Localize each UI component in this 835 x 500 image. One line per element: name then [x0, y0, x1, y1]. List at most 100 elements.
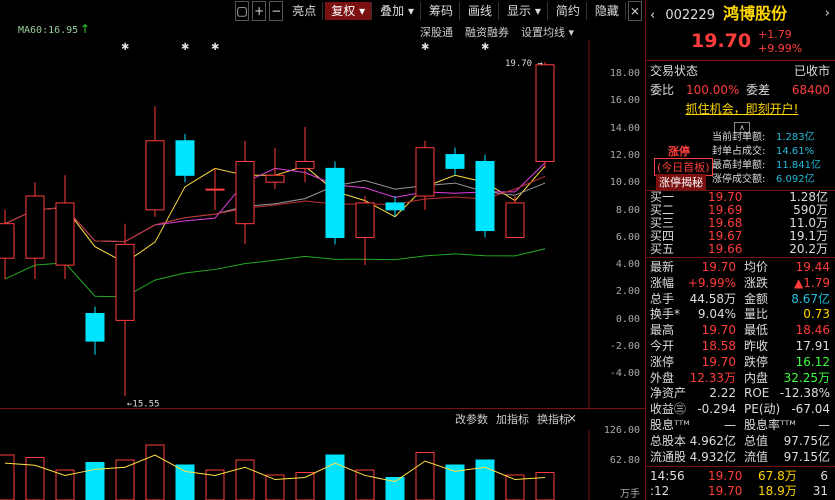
screen-icon[interactable]: ▢ [235, 1, 250, 21]
bid-volume: 20.2万 [789, 242, 828, 256]
candlestick-chart[interactable]: 19.70 →←15.55✱ ✱ ✱ ✱ ✱ [0, 40, 590, 410]
overlay-button[interactable]: 叠加 ▾ [374, 2, 421, 20]
stat-row: 外盘 12.33万 内盘 32.25万 [650, 370, 834, 386]
volume-bar[interactable] [115, 459, 135, 500]
hk-connect-link[interactable]: 深股通 [420, 24, 453, 40]
draw-button[interactable]: 画线 [462, 2, 500, 20]
panel-divider [0, 408, 645, 409]
stat-value: 4.932亿 [689, 449, 736, 464]
candle[interactable] [355, 196, 375, 266]
axis-tick-label: -2.00 [609, 341, 640, 352]
candle[interactable] [505, 196, 525, 238]
bid-label: 买一 [650, 190, 675, 204]
event-marker-icon[interactable]: ✱ [121, 42, 129, 53]
switch-indicator-link[interactable]: 换指标 [537, 411, 570, 427]
collapse-icon[interactable]: ⨯ [627, 1, 642, 21]
volume-bar[interactable] [355, 469, 375, 500]
volume-bar[interactable] [145, 444, 165, 500]
tick-price: 19.70 [708, 469, 743, 483]
event-marker-icon[interactable]: ✱ [481, 42, 489, 53]
volume-bar[interactable] [535, 472, 555, 500]
volume-bar[interactable] [325, 454, 345, 500]
chart-links: 深股通 融资融券 设置均线 ▾ [420, 24, 574, 40]
hide-button[interactable]: 隐藏 [589, 2, 626, 20]
stat-row: 收益㊂ -0.294 PE(动) -67.04 [650, 401, 834, 417]
chevron-right-icon[interactable]: › [825, 5, 830, 22]
stat-row: 换手* 9.04% 量比 0.73 [650, 306, 834, 322]
candle[interactable] [235, 140, 255, 245]
tick-count: 31 [812, 484, 828, 498]
event-marker-icon[interactable]: ✱ [181, 42, 189, 53]
stat-value: 32.25万 [783, 370, 830, 385]
volume-bar[interactable] [385, 477, 405, 500]
chips-button[interactable]: 筹码 [423, 2, 460, 20]
ma-settings-link[interactable]: 设置均线 ▾ [521, 24, 574, 40]
display-button[interactable]: 显示 ▾ [501, 2, 548, 20]
stat-value: -12.38% [779, 386, 830, 401]
stat-value: +9.99% [687, 275, 736, 290]
stat-row: 涨停 19.70 跌停 16.12 [650, 354, 834, 370]
stat-label: 换手* [650, 307, 681, 322]
adjust-button[interactable]: 复权 ▾ [325, 2, 373, 20]
candle[interactable] [445, 147, 465, 176]
open-account-link[interactable]: 抓住机会，即刻开户! [650, 101, 834, 118]
highlight-button[interactable]: 亮点 [286, 2, 324, 20]
volume-bar[interactable] [415, 452, 435, 500]
candle[interactable] [265, 147, 285, 190]
candle[interactable] [325, 161, 345, 245]
zoom-in-icon[interactable]: + [252, 1, 267, 21]
stock-name: 鸿博股份 [723, 4, 788, 23]
stat-value: — [818, 418, 830, 432]
zoom-out-icon[interactable]: − [269, 1, 284, 21]
volume-bar[interactable] [25, 457, 45, 500]
volume-bar[interactable] [0, 454, 15, 500]
stat-row: 股息ᵀᵀᴹ — 股息率ᵀᵀᴹ — [650, 417, 834, 433]
bid-label: 买二 [650, 203, 675, 217]
limit-stat-label: 封单占成交: [712, 146, 766, 157]
stat-label: 最高 [650, 323, 675, 338]
event-marker-icon[interactable]: ✱ [421, 42, 429, 53]
stat-value: 17.91 [795, 339, 830, 353]
margin-link[interactable]: 融资融券 [465, 24, 509, 40]
stat-label: 昨收 [744, 339, 769, 353]
candle[interactable] [205, 168, 225, 210]
stat-value: 44.58万 [689, 291, 736, 306]
candle[interactable] [85, 306, 105, 355]
bid-row[interactable]: 买五 19.66 20.2万 [650, 243, 834, 256]
divider [646, 466, 835, 467]
tick-time: :12 [650, 484, 670, 498]
axis-tick-label: -4.00 [609, 368, 640, 380]
volume-bar[interactable] [175, 464, 195, 500]
edit-params-link[interactable]: 改参数 [455, 411, 488, 427]
candle[interactable] [535, 62, 555, 169]
stat-label: 涨幅 [650, 275, 675, 290]
event-marker-icon[interactable]: ✱ [211, 42, 219, 53]
chevron-left-icon[interactable]: ‹ [650, 8, 655, 23]
stat-label: 收益㊂ [650, 402, 687, 417]
up-arrow-icon: ↑ [80, 22, 91, 36]
candle[interactable] [295, 126, 315, 183]
moving-average-line [4, 179, 546, 243]
candle[interactable] [55, 175, 75, 279]
close-icon[interactable]: ⨯ [567, 411, 577, 425]
axis-tick-label: 8.00 [615, 204, 640, 216]
stat-label: 流通股 [650, 449, 687, 464]
candle[interactable] [175, 133, 195, 183]
limit-stat-row: 当前封单额: 1.283亿 [650, 131, 834, 145]
stat-value: -67.04 [791, 402, 830, 417]
candle[interactable] [145, 106, 165, 217]
volume-chart[interactable] [0, 430, 590, 500]
volume-bar[interactable] [295, 472, 315, 500]
stat-value: 18.58 [701, 339, 736, 353]
simple-button[interactable]: 简约 [550, 2, 587, 20]
stat-value: 0.73 [803, 307, 830, 322]
stat-label: 总股本 [650, 433, 687, 448]
volume-bar[interactable] [475, 459, 495, 500]
candle[interactable] [115, 223, 135, 397]
volume-bar[interactable] [85, 462, 105, 500]
volume-bar[interactable] [235, 459, 255, 500]
candle[interactable] [475, 154, 495, 238]
candle[interactable] [415, 140, 435, 210]
stat-row: 今开 18.58 昨收 17.91 [650, 338, 834, 354]
add-indicator-link[interactable]: 加指标 [496, 411, 529, 427]
